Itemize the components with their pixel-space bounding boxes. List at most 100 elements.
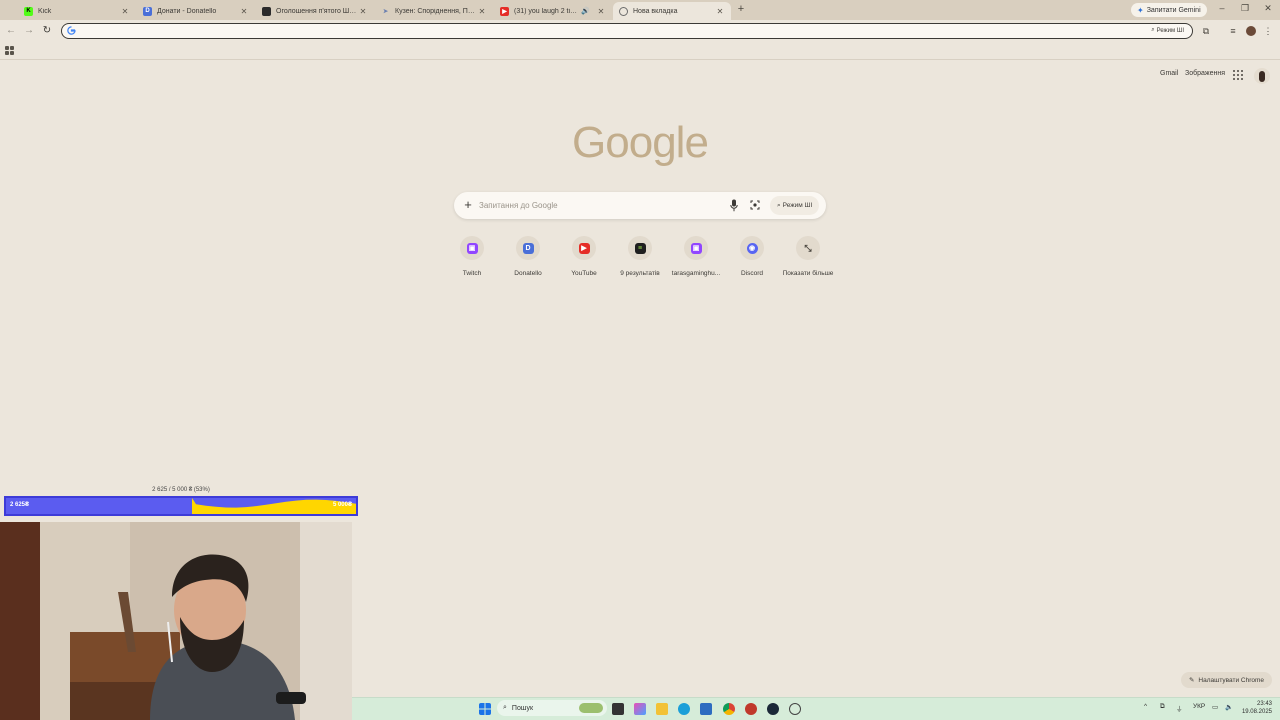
volume-icon[interactable]: 🔈 bbox=[1225, 703, 1233, 711]
shortcut-label: Twitch bbox=[462, 270, 482, 277]
task-view-icon[interactable] bbox=[612, 703, 624, 715]
tab-shrek[interactable]: Оголошення п'ятого Шрека ✕ bbox=[256, 2, 374, 20]
ai-mode-label: Режим ШІ bbox=[1156, 27, 1184, 34]
results-icon: ≡ bbox=[634, 242, 646, 254]
customize-chrome-button[interactable]: ✎ Налаштувати Chrome bbox=[1181, 672, 1272, 688]
profile-avatar[interactable] bbox=[1246, 26, 1256, 36]
shortcut-youtube[interactable]: ▶ YouTube bbox=[556, 234, 612, 277]
discord-icon: ◉ bbox=[746, 242, 758, 254]
goal-target: 5 000₴ bbox=[332, 502, 352, 508]
close-icon[interactable]: ✕ bbox=[477, 7, 487, 16]
search-box[interactable]: + ⌕ Режим ШІ bbox=[454, 192, 826, 219]
tab-donatello[interactable]: D Донати - Donatello ✕ bbox=[137, 2, 255, 20]
chevron-up-icon[interactable]: ^ bbox=[1144, 703, 1147, 710]
donatello-icon: D bbox=[522, 242, 534, 254]
shortcut-label: Donatello bbox=[514, 270, 542, 277]
apps-icon[interactable] bbox=[5, 46, 14, 55]
shortcut-results[interactable]: ≡ 9 результатів bbox=[612, 234, 668, 277]
ask-gemini-button[interactable]: ✦ Запитати Gemini bbox=[1131, 3, 1207, 17]
shortcuts: ▣ Twitch D Donatello ▶ YouTube ≡ 9 резул… bbox=[444, 234, 836, 284]
close-icon[interactable]: ✕ bbox=[358, 7, 368, 16]
speaker-icon[interactable]: 🔊 bbox=[581, 7, 590, 15]
back-icon[interactable]: ← bbox=[4, 24, 18, 38]
settings-icon[interactable] bbox=[789, 703, 801, 715]
shortcut-twitch[interactable]: ▣ Twitch bbox=[444, 234, 500, 277]
twitch-icon: ▣ bbox=[466, 242, 478, 254]
webcam-feed bbox=[0, 522, 352, 720]
clock-time: 23:43 bbox=[1256, 701, 1272, 707]
close-window-icon[interactable]: ✕ bbox=[1262, 3, 1274, 14]
close-icon[interactable]: ✕ bbox=[120, 7, 130, 16]
tab-youtube[interactable]: ▶ (31) you laugh 2 times, you... 🔊 ✕ bbox=[494, 2, 612, 20]
ai-mode-chip[interactable]: ⌕ Режим ШІ bbox=[1147, 25, 1188, 36]
ai-mode-button[interactable]: ⌕ Режим ШІ bbox=[770, 196, 820, 215]
tab-title: Kick bbox=[38, 7, 52, 15]
minimize-icon[interactable]: – bbox=[1216, 3, 1228, 13]
tab-title: Донати - Donatello bbox=[157, 7, 217, 15]
shortcut-donatello[interactable]: D Donatello bbox=[500, 234, 556, 277]
twitch-icon: ▣ bbox=[690, 242, 702, 254]
goal-current: 2 625₴ bbox=[10, 502, 30, 508]
store-icon[interactable] bbox=[700, 703, 712, 715]
ai-mode-label: Режим ШІ bbox=[782, 202, 813, 209]
taskbar-search[interactable]: ⌕ Пошук bbox=[497, 700, 607, 716]
gemini-label: Запитати Gemini bbox=[1146, 6, 1201, 14]
arrow-icon: ➤ bbox=[382, 8, 389, 15]
google-apps-icon[interactable] bbox=[1233, 70, 1243, 80]
system-clock[interactable]: 23:43 19.08.2025 bbox=[1240, 700, 1272, 716]
copilot-icon[interactable] bbox=[634, 703, 646, 715]
new-tab-button[interactable]: + bbox=[735, 3, 747, 17]
windows-start-icon[interactable] bbox=[479, 703, 491, 715]
search-input[interactable] bbox=[479, 198, 719, 213]
edge-icon[interactable] bbox=[678, 703, 690, 715]
ai-mode-icon: ⌕ bbox=[777, 201, 781, 209]
close-icon[interactable]: ✕ bbox=[715, 7, 725, 16]
donation-goal-text: 2 625 / 5 000 ₴ (53%) bbox=[152, 487, 210, 493]
add-icon[interactable]: + bbox=[462, 197, 474, 213]
address-bar[interactable]: ⌕ Режим ШІ bbox=[61, 23, 1193, 39]
streamer-camera-image bbox=[0, 522, 352, 720]
chrome-taskbar-icon[interactable] bbox=[723, 703, 735, 715]
google-logo: Google bbox=[572, 118, 709, 167]
shortcut-tarasgaming[interactable]: ▣ tarasgaminghu... bbox=[668, 234, 724, 277]
network-icon[interactable]: ▭ bbox=[1212, 703, 1218, 711]
microphone-icon[interactable] bbox=[730, 199, 738, 212]
tab-kick[interactable]: K Kick ✕ bbox=[18, 2, 136, 20]
google-g-icon bbox=[67, 26, 76, 35]
gmail-link[interactable]: Gmail bbox=[1160, 70, 1178, 77]
shortcut-label: 9 результатів bbox=[620, 270, 660, 277]
menu-icon[interactable]: ⋮ bbox=[1262, 25, 1274, 37]
chrome-icon bbox=[619, 6, 628, 16]
tab-title: Оголошення п'ятого Шрека bbox=[276, 7, 358, 15]
media-icon[interactable]: ≡ bbox=[1227, 25, 1239, 37]
close-icon[interactable]: ✕ bbox=[239, 7, 249, 16]
shortcut-discord[interactable]: ◉ Discord bbox=[724, 234, 780, 277]
tab-new-tab[interactable]: Нова вкладка ✕ bbox=[613, 2, 731, 20]
shortcut-label: YouTube bbox=[571, 270, 597, 277]
usb-icon[interactable]: ⏚ bbox=[1176, 703, 1183, 713]
images-link[interactable]: Зображення bbox=[1185, 70, 1225, 77]
tab-cousin[interactable]: ➤ Кузен: Споріднення, Походж... ✕ bbox=[375, 2, 493, 20]
file-explorer-icon[interactable] bbox=[656, 703, 668, 715]
youtube-icon: ▶ bbox=[578, 242, 590, 254]
lens-icon[interactable] bbox=[750, 200, 760, 210]
restore-icon[interactable]: ❐ bbox=[1239, 3, 1251, 14]
close-icon[interactable]: ✕ bbox=[596, 7, 606, 16]
reload-icon[interactable]: ↻ bbox=[40, 24, 54, 38]
kick-icon: K bbox=[24, 6, 33, 16]
donation-goal-bar: 2 625₴ 5 000₴ bbox=[4, 496, 358, 516]
steam-icon[interactable] bbox=[767, 703, 779, 715]
language-indicator[interactable]: УКР bbox=[1193, 703, 1205, 710]
clock-date: 19.08.2025 bbox=[1241, 709, 1272, 715]
app-icon[interactable] bbox=[745, 703, 757, 715]
toolbar: ← → ↻ ⌕ Режим ШІ ⧉ ≡ ⋮ bbox=[0, 20, 1280, 42]
ai-mode-icon: ⌕ bbox=[1151, 27, 1155, 33]
extensions-icon[interactable]: ⧉ bbox=[1200, 25, 1212, 37]
doc-icon bbox=[262, 6, 271, 16]
forward-icon[interactable]: → bbox=[22, 24, 36, 38]
account-avatar[interactable] bbox=[1254, 68, 1270, 84]
pencil-icon: ✎ bbox=[1188, 677, 1195, 684]
shortcut-show-more[interactable]: ⤡ Показати більше bbox=[780, 234, 836, 277]
tray-app-icon[interactable]: ⧉ bbox=[1160, 703, 1165, 711]
tab-title: Кузен: Споріднення, Походж... bbox=[395, 7, 477, 15]
